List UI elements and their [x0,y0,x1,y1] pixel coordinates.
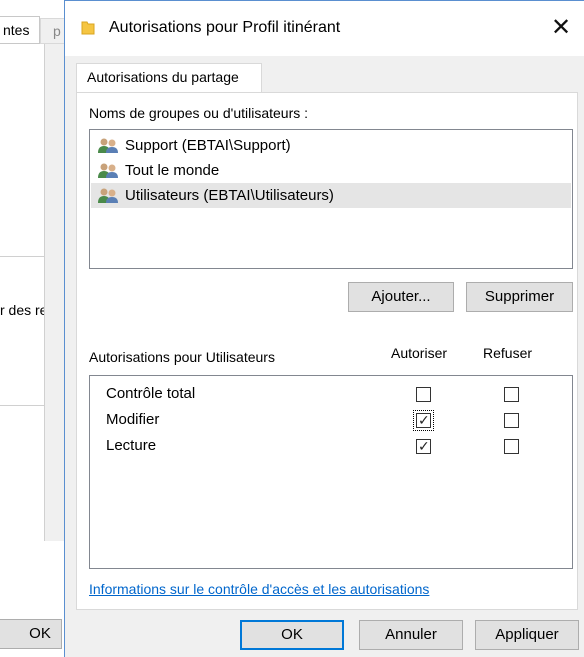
tab-panel: Noms de groupes ou d'utilisateurs : Supp… [76,92,578,610]
background-panel [0,44,44,257]
permission-name: Modifier [106,411,160,428]
checkmark-icon: ✓ [418,438,430,454]
tab-share-permissions[interactable]: Autorisations du partage [76,63,262,93]
background-tab-2-label: p [53,23,61,39]
users-group-icon [98,188,118,203]
title-bar[interactable]: Autorisations pour Profil itinérant ✕ [65,1,584,56]
permissions-label: Autorisations pour Utilisateurs [89,349,275,365]
group-name: Tout le monde [125,162,220,179]
permissions-list: Contrôle total Modifier ✓ Lecture ✓ [89,375,573,569]
group-name: Support (EBTAI\Support) [125,137,291,154]
users-group-icon [98,138,118,153]
cancel-button[interactable]: Annuler [359,620,463,650]
permission-row: Modifier ✓ [90,408,572,434]
list-item-selected[interactable]: Utilisateurs (EBTAI\Utilisateurs) [91,183,571,208]
deny-checkbox[interactable] [504,413,519,428]
allow-checkbox[interactable] [416,387,431,402]
groups-listbox[interactable]: Support (EBTAI\Support) Tout le monde Ut… [89,129,573,269]
close-icon: ✕ [550,14,572,41]
group-name: Utilisateurs (EBTAI\Utilisateurs) [125,187,334,204]
background-divider [0,405,44,406]
close-button[interactable]: ✕ [538,11,584,47]
add-button[interactable]: Ajouter... [348,282,454,312]
permission-row: Contrôle total [90,382,572,408]
remove-button[interactable]: Supprimer [466,282,573,312]
deny-checkbox[interactable] [504,439,519,454]
deny-header: Refuser [483,345,533,361]
list-item[interactable]: Tout le monde [91,158,571,183]
permission-name: Contrôle total [106,385,196,402]
background-ok-button[interactable]: OK [0,619,62,649]
dialog-title: Autorisations pour Profil itinérant [109,19,341,36]
users-group-icon [98,163,118,178]
groups-label: Noms de groupes ou d'utilisateurs : [89,105,309,121]
permission-name: Lecture [106,437,157,454]
ok-button[interactable]: OK [240,620,344,650]
allow-checkbox[interactable]: ✓ [416,439,431,454]
apply-button[interactable]: Appliquer [475,620,579,650]
deny-checkbox[interactable] [504,387,519,402]
permission-row: Lecture ✓ [90,434,572,460]
allow-checkbox[interactable]: ✓ [413,410,434,431]
background-window: ntes p r des re OK [0,0,70,657]
checkmark-icon: ✓ [418,412,430,428]
allow-header: Autoriser [391,345,448,361]
list-item[interactable]: Support (EBTAI\Support) [91,133,571,158]
permissions-dialog: Autorisations pour Profil itinérant ✕ Au… [64,0,584,657]
background-tab-label: ntes [3,22,30,38]
background-text: r des re [0,302,48,318]
background-tab[interactable]: ntes [0,16,40,44]
access-control-info-link[interactable]: Informations sur le contrôle d'accès et … [89,581,429,597]
folder-icon [81,21,95,35]
